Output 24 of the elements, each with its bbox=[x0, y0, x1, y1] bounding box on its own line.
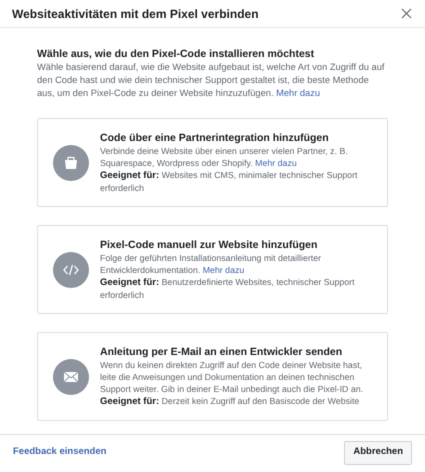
cancel-button[interactable]: Abbrechen bbox=[344, 440, 412, 464]
bag-icon bbox=[53, 144, 89, 180]
option-card[interactable] bbox=[37, 225, 388, 314]
option-title: Pixel-Code manuell zur Website hinzufügen bbox=[100, 238, 318, 252]
option-card[interactable] bbox=[37, 118, 388, 207]
window-title: Websiteaktivitäten mit dem Pixel verbinden bbox=[12, 6, 259, 22]
option-title: Anleitung per E-Mail an einen Entwickler senden bbox=[100, 345, 344, 359]
section-heading: Wähle aus, wie du den Pixel-Code installieren möchtest bbox=[37, 48, 316, 61]
suitability-text: Geeignet für: Benutzerdefinierte Websites, technischer Support erforderlich bbox=[100, 276, 356, 301]
more-link[interactable]: Mehr dazu bbox=[276, 88, 320, 98]
feedback-link[interactable]: Feedback einsenden bbox=[13, 445, 106, 460]
option-description: Wenn du keinen direkten Zugriff auf den Code deiner Website hast, leite die Anweisungen und Dokumentation an deinen technischen Support weiter. Gib in deiner E-Mail unbedingt auch die Pixel-ID an. bbox=[100, 359, 364, 395]
suitability-text: Geeignet für: Websites mit CMS, minimaler technischer Support erforderlich bbox=[100, 169, 358, 194]
more-link[interactable]: Mehr dazu bbox=[202, 265, 244, 275]
option-description: Verbinde deine Website über einen unserer vielen Partner, z. B. Squarespace, Wordpress oder Shopify. Mehr dazu bbox=[100, 145, 349, 169]
close-icon[interactable] bbox=[401, 8, 412, 19]
option-card[interactable] bbox=[37, 332, 388, 421]
option-title: Code über eine Partnerintegration hinzufügen bbox=[100, 131, 330, 145]
suitability-text: Geeignet für: Derzeit kein Zugriff auf den Basiscode der Website bbox=[100, 395, 360, 408]
more-link[interactable]: Mehr dazu bbox=[255, 158, 297, 168]
option-description: Folge der geführten Installationsanleitung mit detaillierter Entwicklerdokumentation. Mehr dazu bbox=[100, 252, 322, 276]
code-icon bbox=[53, 252, 89, 288]
envelope-icon bbox=[53, 358, 89, 394]
intro-text: Wähle basierend darauf, wie die Website aufgebaut ist, welche Art von Zugriff du auf den Code hast und wie dein technischer Support gestaltet ist, die beste Methode aus, um den Pixel-Code zu deiner Website hinzuzufügen. Mehr dazu bbox=[37, 61, 386, 100]
